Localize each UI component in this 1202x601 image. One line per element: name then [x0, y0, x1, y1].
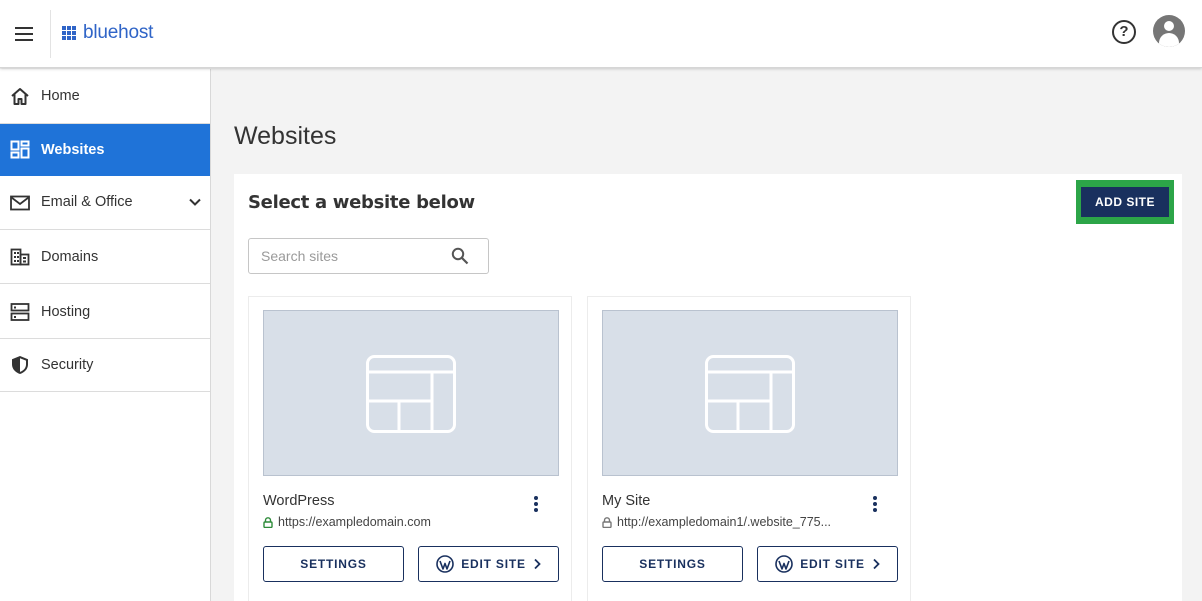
lock-icon: [263, 516, 273, 528]
sidebar-item-label: Domains: [41, 249, 99, 265]
add-site-highlight: ADD SITE: [1076, 180, 1174, 224]
chevron-right-icon: [873, 558, 880, 570]
domains-building-icon: [10, 248, 30, 266]
site-card-wordpress[interactable]: WordPress https://exampledomain.com SETT…: [248, 296, 572, 601]
sidebar-item-label: Home: [41, 88, 80, 104]
sidebar-item-label: Hosting: [41, 304, 91, 320]
sidebar-item-hosting[interactable]: Hosting: [0, 284, 210, 339]
page-title: Websites: [234, 122, 337, 150]
chevron-right-icon: [534, 558, 541, 570]
site-url-row[interactable]: http://exampledomain1/.website_775...: [602, 515, 831, 529]
brand-name: bluehost: [83, 22, 154, 43]
sidebar-item-label: Security: [41, 357, 94, 373]
sidebar-item-domains[interactable]: Domains: [0, 230, 210, 284]
logo-grid-icon: [62, 25, 77, 41]
site-name: My Site: [602, 493, 651, 509]
edit-site-label: EDIT SITE: [461, 557, 526, 571]
site-thumbnail[interactable]: [263, 310, 559, 476]
help-circle-icon[interactable]: ?: [1112, 20, 1136, 44]
site-name: WordPress: [263, 493, 335, 509]
panel-heading: Select a website below: [248, 192, 475, 213]
kebab-menu-icon[interactable]: [869, 494, 881, 514]
sidebar-item-email-office[interactable]: Email & Office: [0, 176, 210, 230]
hamburger-menu-icon[interactable]: [12, 22, 36, 46]
chevron-down-icon[interactable]: [187, 194, 203, 210]
server-icon: [10, 303, 30, 321]
mail-icon: [10, 195, 30, 211]
search-icon[interactable]: [451, 247, 469, 265]
edit-site-button[interactable]: EDIT SITE: [418, 546, 559, 582]
wordpress-icon: [775, 555, 794, 573]
site-url: http://exampledomain1/.website_775...: [617, 515, 832, 529]
shield-icon: [12, 356, 28, 374]
sidebar: Home Websites Email & Office Domains Hos…: [0, 69, 211, 601]
lock-open-icon: [602, 516, 612, 528]
sidebar-item-label: Websites: [41, 142, 105, 158]
home-icon: [11, 88, 29, 105]
site-url-row[interactable]: https://exampledomain.com: [263, 515, 431, 529]
bluehost-logo[interactable]: bluehost: [62, 22, 153, 44]
site-card-my-site[interactable]: My Site http://exampledomain1/.website_7…: [587, 296, 911, 601]
add-site-button[interactable]: ADD SITE: [1081, 187, 1169, 217]
settings-button[interactable]: SETTINGS: [602, 546, 743, 582]
top-bar: bluehost ?: [0, 0, 1202, 68]
settings-button[interactable]: SETTINGS: [263, 546, 404, 582]
search-box: [248, 238, 489, 274]
sidebar-item-home[interactable]: Home: [0, 69, 210, 124]
website-layout-icon: [366, 355, 456, 433]
wordpress-icon: [436, 555, 455, 573]
websites-panel: Select a website below ADD SITE WordPres…: [234, 174, 1182, 601]
search-input[interactable]: [249, 239, 449, 273]
dashboard-grid-icon: [10, 140, 30, 159]
edit-site-label: EDIT SITE: [800, 557, 865, 571]
kebab-menu-icon[interactable]: [530, 494, 542, 514]
sidebar-item-websites[interactable]: Websites: [0, 124, 210, 176]
site-url: https://exampledomain.com: [278, 515, 431, 529]
header-divider: [50, 10, 51, 58]
edit-site-button[interactable]: EDIT SITE: [757, 546, 898, 582]
website-layout-icon: [705, 355, 795, 433]
site-thumbnail[interactable]: [602, 310, 898, 476]
user-avatar-icon[interactable]: [1153, 15, 1185, 47]
sidebar-item-label: Email & Office: [41, 194, 133, 210]
sidebar-item-security[interactable]: Security: [0, 339, 210, 392]
